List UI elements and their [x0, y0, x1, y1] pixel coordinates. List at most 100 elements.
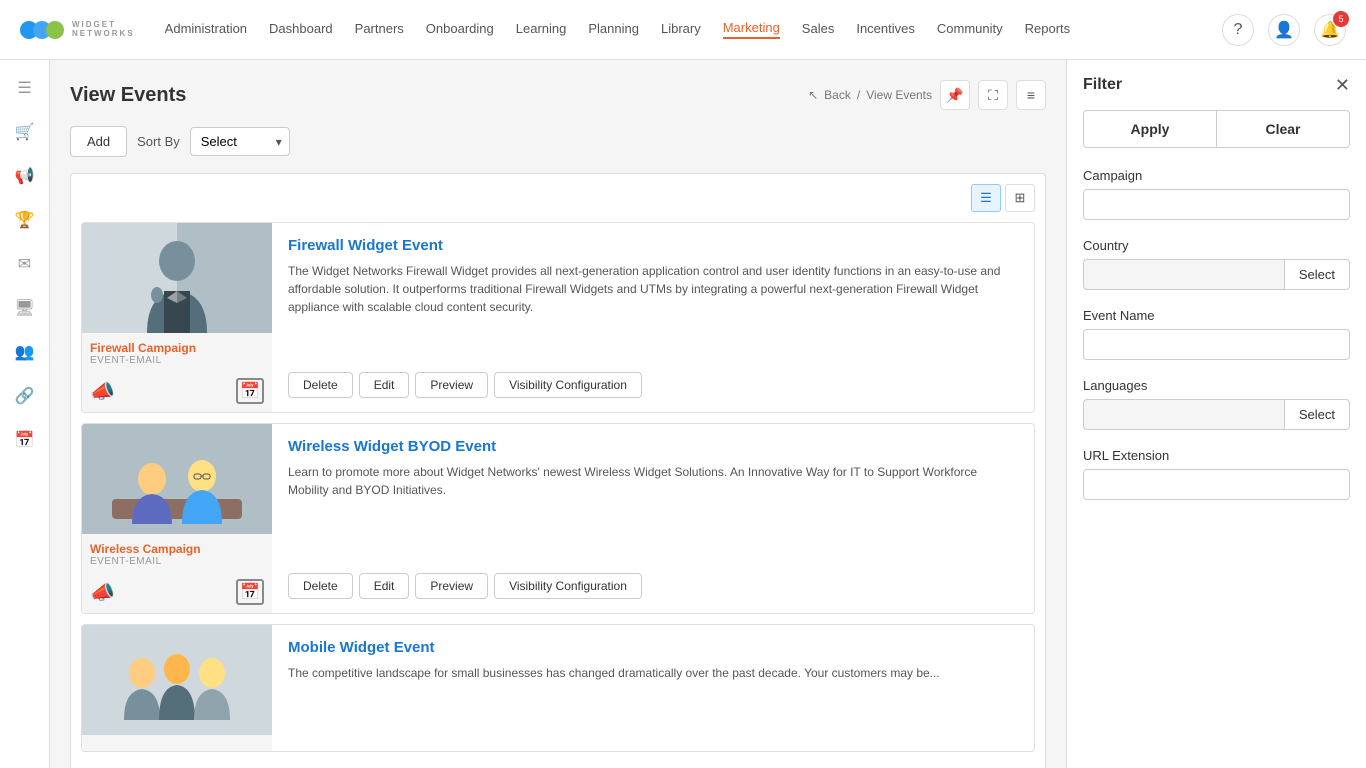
notifications-button[interactable]: 🔔 5 [1314, 14, 1346, 46]
visibility-config-button-2[interactable]: Visibility Configuration [494, 573, 642, 599]
logo-circles [20, 21, 64, 39]
nav-reports[interactable]: Reports [1025, 21, 1071, 38]
filter-clear-button[interactable]: Clear [1216, 110, 1350, 148]
nav-marketing[interactable]: Marketing [723, 20, 780, 39]
event-card-3: Mobile Widget Event The competitive land… [81, 624, 1035, 752]
edit-button-1[interactable]: Edit [359, 372, 410, 398]
delete-button-1[interactable]: Delete [288, 372, 353, 398]
event-meta-3 [82, 735, 272, 751]
logo[interactable]: WIDGET NETWORKS [20, 21, 135, 39]
filter-buttons: Apply Clear [1083, 110, 1350, 148]
filter-country-select-button[interactable]: Select [1284, 259, 1350, 290]
sidebar-link-icon[interactable]: 🔗 [7, 378, 43, 414]
nav-links: Administration Dashboard Partners Onboar… [165, 20, 1222, 39]
event-name-1: Firewall Widget Event [288, 237, 1018, 254]
event-meta-1: Firewall Campaign EVENT-EMAIL [82, 333, 272, 374]
main-layout: ☰ 🛒 📢 🏆 ✉ 🖥 👥 🔗 📅 View Events ↖ Back / V… [0, 60, 1366, 768]
menu-options-button[interactable]: ≡ [1016, 80, 1046, 110]
sidebar-group-icon[interactable]: 👥 [7, 334, 43, 370]
event-card-2: Wireless Campaign EVENT-EMAIL 📣 📅 Wirele… [81, 423, 1035, 614]
event-type-1: EVENT-EMAIL [90, 355, 264, 366]
filter-languages-input[interactable] [1083, 399, 1284, 430]
filter-country-select-row: Select [1083, 259, 1350, 290]
sidebar-email-icon[interactable]: ✉ [7, 246, 43, 282]
event-actions-2: Delete Edit Preview Visibility Configura… [288, 573, 1018, 599]
page-title: View Events [70, 84, 186, 107]
sort-select[interactable]: Select [190, 127, 290, 156]
expand-button[interactable]: ⛶ [978, 80, 1008, 110]
event-card-left-2: Wireless Campaign EVENT-EMAIL 📣 📅 [82, 424, 272, 613]
event-thumb-svg-3 [82, 625, 272, 735]
edit-button-2[interactable]: Edit [359, 573, 410, 599]
sidebar-megaphone-icon[interactable]: 📢 [7, 158, 43, 194]
sidebar-monitor-icon[interactable]: 🖥 [7, 290, 43, 326]
page-header: View Events ↖ Back / View Events 📌 ⛶ ≡ [70, 80, 1046, 110]
event-icons-row-2: 📣 📅 [82, 575, 272, 613]
filter-url-input[interactable] [1083, 469, 1350, 500]
filter-apply-button[interactable]: Apply [1083, 110, 1216, 148]
nav-administration[interactable]: Administration [165, 21, 247, 38]
sort-select-wrapper: Select [190, 127, 290, 156]
event-campaign-1: Firewall Campaign [90, 341, 264, 355]
event-thumb-svg-1 [82, 223, 272, 333]
filter-event-name-input[interactable] [1083, 329, 1350, 360]
filter-url-label: URL Extension [1083, 448, 1350, 463]
filter-campaign-input[interactable] [1083, 189, 1350, 220]
nav-planning[interactable]: Planning [588, 21, 639, 38]
nav-learning[interactable]: Learning [516, 21, 567, 38]
nav-dashboard[interactable]: Dashboard [269, 21, 333, 38]
filter-close-button[interactable]: ✕ [1335, 76, 1350, 94]
nav-icons: ? 👤 🔔 5 [1222, 14, 1346, 46]
filter-languages-label: Languages [1083, 378, 1350, 393]
delete-button-2[interactable]: Delete [288, 573, 353, 599]
nav-onboarding[interactable]: Onboarding [426, 21, 494, 38]
event-desc-3: The competitive landscape for small busi… [288, 664, 1018, 737]
filter-country-input[interactable] [1083, 259, 1284, 290]
preview-button-2[interactable]: Preview [415, 573, 488, 599]
event-card-right-1: Firewall Widget Event The Widget Network… [272, 223, 1034, 412]
list-view-button[interactable]: ☰ [971, 184, 1001, 212]
events-container: ☰ ⊞ [70, 173, 1046, 768]
preview-button-1[interactable]: Preview [415, 372, 488, 398]
sidebar-cart-icon[interactable]: 🛒 [7, 114, 43, 150]
event-card-right-2: Wireless Widget BYOD Event Learn to prom… [272, 424, 1034, 613]
nav-incentives[interactable]: Incentives [856, 21, 915, 38]
sidebar-trophy-icon[interactable]: 🏆 [7, 202, 43, 238]
nav-sales[interactable]: Sales [802, 21, 835, 38]
view-toggle: ☰ ⊞ [81, 184, 1035, 212]
toolbar: Add Sort By Select [70, 126, 1046, 157]
breadcrumb-separator: / [857, 88, 860, 102]
sidebar-menu-icon[interactable]: ☰ [7, 70, 43, 106]
filter-languages-select-button[interactable]: Select [1284, 399, 1350, 430]
logo-text: WIDGET NETWORKS [72, 21, 135, 39]
event-megaphone-icon-1: 📣 [90, 379, 115, 404]
add-button[interactable]: Add [70, 126, 127, 157]
user-profile-button[interactable]: 👤 [1268, 14, 1300, 46]
event-thumbnail-1 [82, 223, 272, 333]
filter-event-name-field: Event Name [1083, 308, 1350, 360]
pin-button[interactable]: 📌 [940, 80, 970, 110]
user-icon: 👤 [1274, 20, 1294, 40]
breadcrumb: ↖ Back / View Events [808, 88, 932, 102]
breadcrumb-back[interactable]: Back [824, 88, 851, 102]
event-calendar-icon-2: 📅 [236, 579, 264, 605]
nav-partners[interactable]: Partners [355, 21, 404, 38]
event-card-right-3: Mobile Widget Event The competitive land… [272, 625, 1034, 751]
help-button[interactable]: ? [1222, 14, 1254, 46]
sidebar-calendar-icon[interactable]: 📅 [7, 422, 43, 458]
nav-community[interactable]: Community [937, 21, 1003, 38]
filter-panel: Filter ✕ Apply Clear Campaign Country Se… [1066, 60, 1366, 768]
sort-label: Sort By [137, 134, 180, 149]
event-thumb-svg-2 [82, 424, 272, 534]
event-card-left-1: Firewall Campaign EVENT-EMAIL 📣 📅 [82, 223, 272, 412]
grid-view-button[interactable]: ⊞ [1005, 184, 1035, 212]
filter-campaign-field: Campaign [1083, 168, 1350, 220]
grid-view-icon: ⊞ [1015, 190, 1026, 206]
visibility-config-button-1[interactable]: Visibility Configuration [494, 372, 642, 398]
filter-campaign-label: Campaign [1083, 168, 1350, 183]
nav-library[interactable]: Library [661, 21, 701, 38]
event-actions-1: Delete Edit Preview Visibility Configura… [288, 372, 1018, 398]
event-thumbnail-2 [82, 424, 272, 534]
list-view-icon: ☰ [980, 190, 992, 206]
event-megaphone-icon-2: 📣 [90, 580, 115, 605]
